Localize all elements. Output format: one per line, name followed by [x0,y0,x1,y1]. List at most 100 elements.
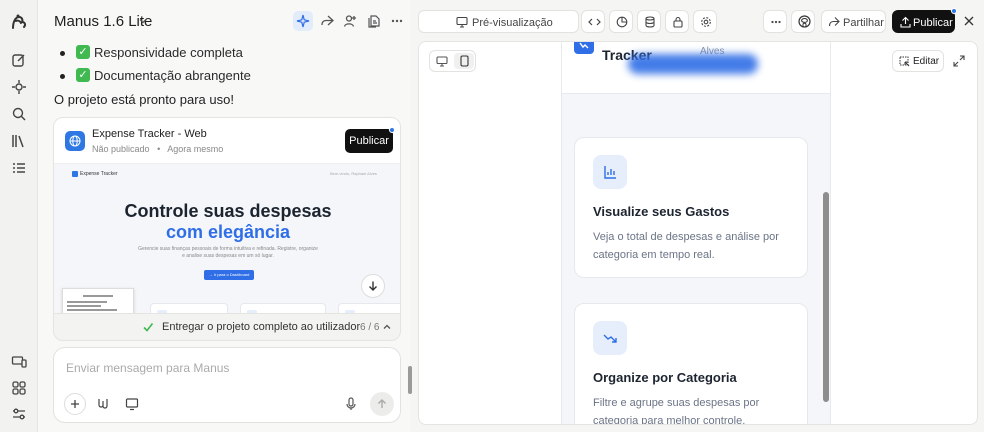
feature-title: Organize por Categoria [593,370,737,385]
apps-icon[interactable] [9,378,29,398]
mobile-viewport: Tracker Alves Visualize seus Gastos Veja… [561,42,831,425]
expand-icon[interactable] [952,54,966,68]
bullet-dot [60,74,65,79]
more-options-button[interactable] [763,10,787,33]
check-icon [142,321,154,333]
share-arrow-icon[interactable] [317,11,337,31]
viewport-scrollbar[interactable] [823,192,829,402]
plus-icon[interactable] [64,393,86,415]
more-icon[interactable] [387,11,407,31]
device-toggle [429,50,476,72]
project-meta: Não publicado • Agora mesmo [92,144,223,154]
computer-icon[interactable] [121,393,143,415]
chat-header: Manus 1.6 Lite [38,0,410,42]
database-view-button[interactable] [637,10,661,33]
chart-pie-icon [610,11,634,32]
left-rail [0,0,38,432]
feature-card: Visualize seus Gastos Veja o total de de… [574,137,808,278]
project-title: Expense Tracker - Web [92,128,207,140]
more-icon [764,11,788,32]
add-collaborator-icon[interactable] [340,11,360,31]
tools-icon[interactable] [92,393,114,415]
agents-icon[interactable] [9,77,29,97]
lock-view-button[interactable] [665,10,689,33]
thumb-logo-icon [72,171,78,177]
manus-logo-icon[interactable] [9,12,29,32]
preview-frame: Tracker Alves Visualize seus Gastos Veja… [418,41,978,425]
check-box-icon: ✓ [76,68,90,82]
bullet-dot [60,51,65,56]
task-list-icon[interactable] [9,158,29,178]
edit-icon [899,56,910,67]
github-icon [792,11,816,32]
arrow-down-icon[interactable] [361,274,385,298]
settings-sliders-icon[interactable] [9,404,29,424]
chevron-down-icon[interactable] [138,16,148,26]
message-composer [53,347,401,423]
message-list: ✓ Responsividade completa ✓ Documentação… [54,44,394,90]
preview-tab[interactable]: Pré-visualização [418,10,579,33]
thumb-subtitle: Gerencie suas finanças pessoais de forma… [138,246,318,259]
preview-panel: Pré-visualização Partilhar Publicar Trac… [418,0,984,432]
check-box-icon: ✓ [76,45,90,59]
edit-button[interactable]: Editar [892,50,944,72]
list-item-label: Responsividade completa [94,45,243,60]
microphone-icon[interactable] [340,393,362,415]
thumb-cta-button: → Ir para o Dashboard [204,270,254,280]
feature-card: Organize por Categoria Filtre e agrupe s… [574,303,808,425]
code-view-button[interactable] [581,10,605,33]
chat-scrollbar[interactable] [408,366,412,394]
list-item-label: Documentação abrangente [94,68,251,83]
project-card[interactable]: Expense Tracker - Web Não publicado • Ag… [53,117,401,339]
list-item: ✓ Documentação abrangente [54,67,394,90]
share-button[interactable]: Partilhar [821,10,886,33]
monitor-icon [456,16,468,28]
notification-dot [389,127,395,133]
upload-icon [900,16,911,28]
globe-icon [65,131,85,151]
app-logo-icon [574,42,594,54]
project-time: Agora mesmo [167,144,224,154]
edit-label: Editar [913,56,940,67]
message-input[interactable] [66,359,386,377]
publish-label: Publicar [913,17,953,29]
task-progress-bar[interactable]: Entregar o projeto completo ao utilizado… [53,313,401,341]
publish-button[interactable]: Publicar [892,8,957,33]
app-header: Tracker Alves [562,42,830,94]
dashboard-button-blurred[interactable] [628,54,758,74]
feature-title: Visualize seus Gastos [593,204,730,219]
share-arrow-icon [828,16,840,28]
send-arrow-icon[interactable] [370,392,394,416]
library-icon[interactable] [9,131,29,151]
thumb-nav-user: Bem-vindo, Raphael Alves [330,171,377,176]
done-message: O projeto está pronto para uso! [54,92,234,107]
settings-view-button[interactable] [693,10,717,33]
feature-description: Filtre e agrupe suas despesas por catego… [593,397,760,425]
search-icon[interactable] [9,104,29,124]
card-publish-button[interactable]: Publicar [345,127,395,153]
meta-separator: • [152,144,166,154]
list-item: ✓ Responsividade completa [54,44,394,67]
project-status: Não publicado [92,144,150,154]
dashboard-view-button[interactable] [609,10,633,33]
code-icon [582,11,606,32]
files-icon[interactable] [364,11,384,31]
chevron-up-icon[interactable] [382,322,392,332]
task-label: Entregar o projeto completo ao utilizado… [162,321,361,333]
thumb-headline: Controle suas despesas [124,201,332,221]
chat-panel: Manus 1.6 Lite ✓ Responsividade completa… [38,0,410,432]
new-task-icon[interactable] [9,50,29,70]
mobile-icon[interactable] [454,53,474,69]
card-publish-label: Publicar [349,135,389,147]
close-icon[interactable] [962,14,976,28]
bar-chart-icon [593,155,627,189]
thumb-headline-accent: com elegância [165,222,291,242]
sparkle-icon[interactable] [293,11,313,31]
task-progress: 6 / 6 [360,322,380,333]
lock-icon [666,11,690,32]
devices-icon[interactable] [9,352,29,372]
desktop-icon[interactable] [432,53,452,69]
trend-down-icon [593,321,627,355]
github-button[interactable] [791,10,815,33]
notification-dot [951,8,957,14]
